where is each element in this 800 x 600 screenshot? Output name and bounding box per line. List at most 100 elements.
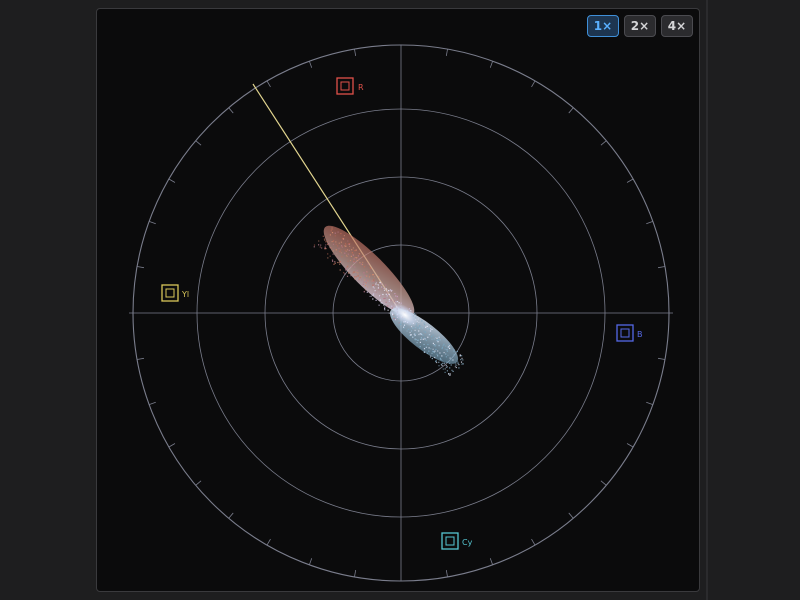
trace-point	[452, 370, 454, 372]
trace-point	[379, 295, 382, 297]
trace-point	[358, 258, 360, 260]
trace-point	[357, 275, 359, 277]
graticule-tick	[568, 512, 574, 519]
trace-point	[386, 291, 388, 294]
trace-point	[377, 284, 379, 286]
trace-point	[356, 270, 358, 272]
trace-point	[399, 323, 401, 325]
trace-point	[382, 293, 384, 296]
graticule-tick	[489, 558, 494, 565]
trace-point	[392, 313, 394, 315]
trace-point	[443, 352, 445, 354]
trace-point	[368, 276, 370, 278]
trace-point	[337, 245, 339, 247]
target-yl-label: Yl	[181, 290, 189, 299]
trace-point	[431, 358, 433, 360]
trace-point	[446, 350, 448, 352]
graticule-tick	[266, 538, 271, 546]
trace-point	[331, 232, 334, 234]
window-divider	[706, 0, 708, 600]
trace-point	[434, 350, 436, 352]
trace-point	[413, 333, 415, 335]
trace-point	[419, 325, 421, 327]
trace-point	[397, 301, 399, 303]
trace-point	[339, 263, 341, 265]
zoom-4x-button[interactable]: 4×	[661, 15, 693, 37]
trace-point	[459, 354, 461, 356]
target-r-inner	[340, 81, 350, 91]
trace-point	[449, 373, 451, 375]
trace-point	[423, 330, 425, 332]
trace-point	[425, 346, 428, 348]
trace-point	[418, 330, 420, 332]
trace-point	[455, 362, 457, 364]
trace-point	[331, 227, 333, 229]
trace-point	[443, 339, 445, 341]
trace-point	[442, 345, 444, 347]
trace-point	[353, 258, 355, 260]
trace-point	[446, 349, 448, 351]
trace-point	[396, 298, 398, 300]
trace-point	[426, 352, 428, 354]
trace-point	[386, 289, 388, 291]
trace-point	[388, 289, 390, 292]
trace-point	[332, 260, 334, 262]
trace-point	[347, 260, 349, 262]
trace-point	[420, 333, 422, 335]
trace-point	[373, 287, 375, 289]
trace-point	[424, 338, 426, 340]
trace-point	[335, 243, 337, 245]
trace-point	[370, 295, 373, 297]
trace-point	[349, 259, 352, 262]
trace-point	[364, 289, 366, 291]
trace-point	[440, 358, 442, 360]
trace-point	[456, 364, 458, 366]
trace-point	[453, 350, 455, 352]
graticule-tick	[137, 266, 145, 269]
trace-point	[425, 339, 427, 341]
trace-point	[441, 355, 443, 357]
trace-point	[351, 252, 353, 254]
trace-point	[350, 275, 352, 277]
trace-point	[358, 279, 360, 281]
trace-point	[438, 365, 440, 367]
graticule-tick	[354, 569, 357, 577]
trace-point	[398, 322, 400, 324]
trace-point	[438, 361, 440, 363]
trace-point	[422, 327, 424, 329]
trace-point	[428, 347, 430, 349]
trace-point	[388, 312, 390, 314]
trace-point	[362, 256, 364, 258]
trace-point	[325, 244, 327, 246]
trace-point	[451, 369, 453, 371]
trace-point	[344, 245, 346, 247]
trace-point	[426, 325, 428, 327]
zoom-2x-button[interactable]: 2×	[624, 15, 656, 37]
trace-point	[388, 299, 390, 301]
trace-point	[332, 240, 335, 242]
trace-point	[373, 284, 375, 286]
trace-point	[423, 348, 426, 350]
trace-point	[389, 289, 392, 291]
trace-point	[439, 352, 441, 354]
vectorscope-panel: R Yl B Cy 1× 2× 4×	[96, 8, 700, 592]
trace-point	[432, 342, 434, 344]
trace-point	[458, 367, 460, 369]
trace-point	[337, 261, 339, 264]
trace-point	[331, 241, 333, 243]
trace-point	[444, 368, 446, 370]
trace-point	[419, 346, 421, 348]
trace-point	[377, 287, 379, 289]
trace-point	[325, 241, 327, 243]
chroma-trace	[313, 225, 464, 376]
trace-point	[448, 345, 451, 347]
zoom-selector: 1× 2× 4×	[587, 15, 693, 37]
trace-point	[344, 249, 346, 251]
zoom-1x-button[interactable]: 1×	[587, 15, 619, 37]
graticule-tick	[626, 178, 634, 183]
trace-point	[326, 241, 328, 243]
trace-point	[354, 278, 356, 280]
trace-point	[419, 327, 421, 329]
trace-point	[347, 240, 349, 242]
trace-point	[422, 338, 424, 340]
